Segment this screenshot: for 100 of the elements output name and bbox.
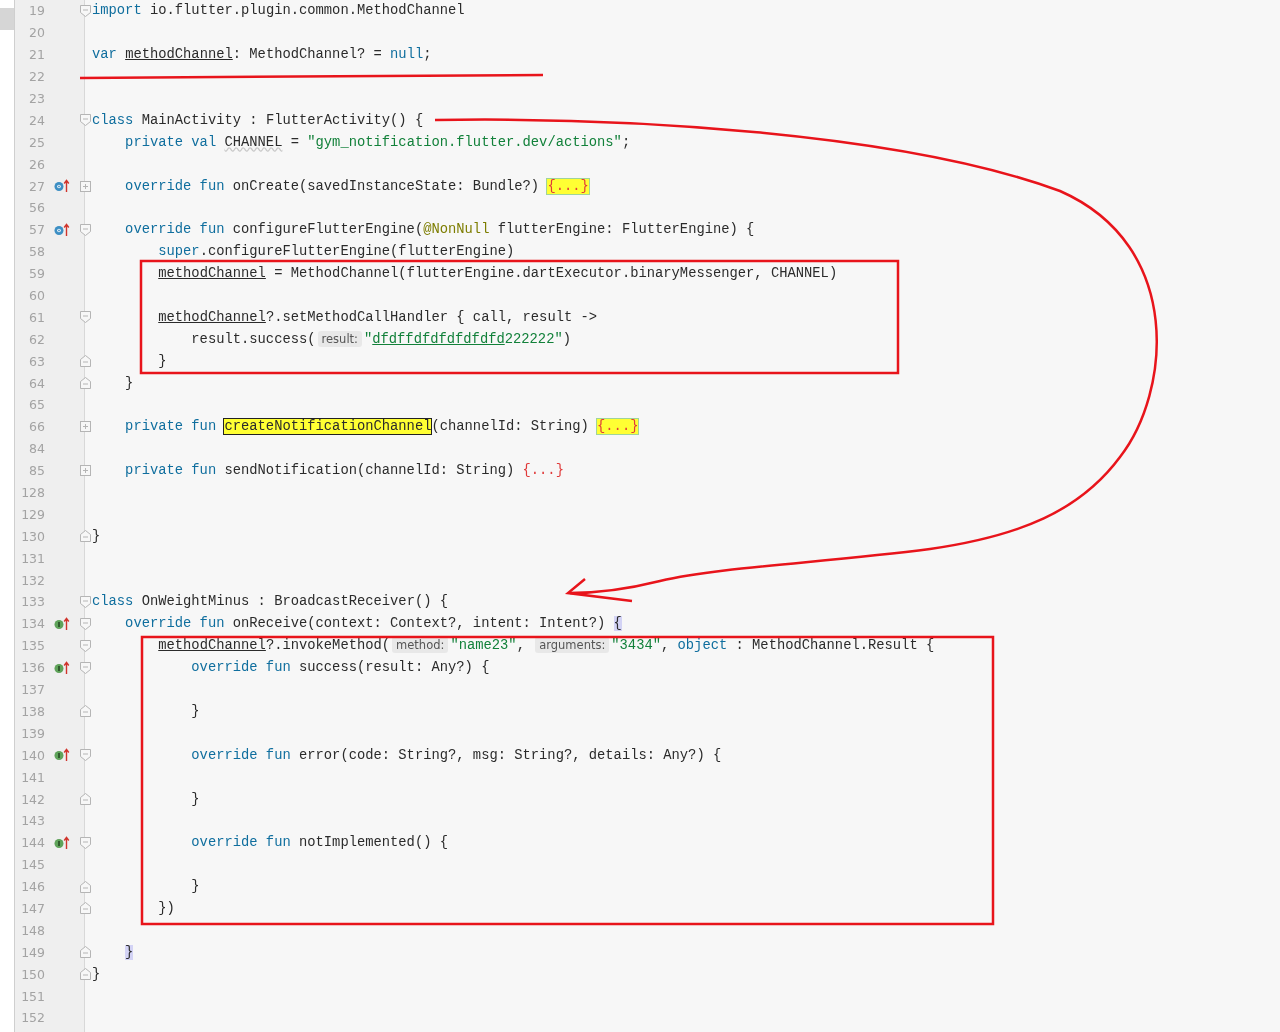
- code-line: super.configureFlutterEngine(flutterEngine): [158, 244, 515, 260]
- circle-up-arrow-icon[interactable]: [54, 660, 70, 675]
- minus-icon[interactable]: [79, 968, 91, 981]
- plus-icon[interactable]: [79, 465, 91, 477]
- minus-icon[interactable]: [79, 946, 91, 959]
- line-number: 129: [21, 506, 45, 522]
- line-number: 144: [21, 835, 45, 851]
- line-number: 138: [21, 703, 45, 719]
- code-line: }: [125, 375, 134, 391]
- minus-icon[interactable]: [79, 596, 91, 608]
- code-line: var methodChannel: MethodChannel? = null;: [92, 47, 432, 63]
- line-number: 128: [21, 485, 45, 501]
- minus-icon[interactable]: [79, 793, 91, 805]
- line-number: 66: [29, 419, 45, 435]
- line-number: 85: [29, 463, 45, 479]
- code-line: }: [191, 879, 200, 895]
- circle-up-arrow-icon[interactable]: [54, 222, 70, 237]
- line-number: 147: [21, 900, 45, 916]
- circle-up-arrow-icon[interactable]: [54, 835, 70, 850]
- minus-icon[interactable]: [79, 4, 91, 17]
- line-number: 57: [29, 222, 45, 238]
- line-number: 135: [21, 638, 45, 654]
- line-number: 62: [29, 331, 45, 347]
- code-line: methodChannel?.setMethodCallHandler { call, result ->: [158, 309, 598, 325]
- code-line: override fun configureFlutterEngine(@NonNull flutterEngine: FlutterEngine) {: [125, 222, 755, 238]
- minus-icon[interactable]: [79, 836, 91, 849]
- line-number: 136: [21, 660, 45, 676]
- minus-icon[interactable]: [79, 902, 91, 915]
- line-number: 143: [21, 813, 45, 829]
- minus-icon[interactable]: [79, 530, 91, 543]
- code-line: override fun onCreate(savedInstanceState: Bundle?) {...}: [125, 178, 589, 194]
- code-line: result.success( result: "dfdffdfdfdfdfdfd222222"): [191, 331, 571, 347]
- minus-icon[interactable]: [79, 749, 91, 762]
- line-number: 139: [21, 725, 45, 741]
- line-number: 19: [29, 3, 45, 19]
- line-number: 61: [29, 309, 45, 325]
- line-number: 130: [21, 528, 45, 544]
- line-number: 20: [29, 25, 45, 41]
- line-number: 134: [21, 616, 45, 632]
- line-number: 65: [29, 397, 45, 413]
- circle-up-arrow-icon[interactable]: [54, 179, 70, 194]
- line-number: 146: [21, 879, 45, 895]
- line-number: 60: [29, 288, 45, 303]
- code-line: }: [92, 966, 101, 982]
- code-line: override fun success(result: Any?) {: [191, 660, 490, 676]
- line-number: 133: [21, 594, 45, 610]
- line-number: 59: [29, 266, 45, 282]
- code-line: methodChannel?.invokeMethod( method: "name23", arguments: "3434", object : MethodChannel.Result {: [158, 638, 935, 654]
- line-number: 149: [21, 944, 45, 960]
- line-number: 132: [21, 572, 45, 588]
- circle-up-arrow-icon[interactable]: [54, 748, 70, 763]
- code-line: class OnWeightMinus : BroadcastReceiver() {: [92, 594, 449, 610]
- line-number: 84: [29, 441, 45, 457]
- code-line: }: [158, 353, 167, 369]
- code-line: import io.flutter.plugin.common.MethodChannel: [92, 3, 465, 19]
- line-number: 22: [29, 69, 45, 85]
- line-number: 63: [29, 353, 45, 369]
- code-line: class MainActivity : FlutterActivity() {: [92, 112, 424, 128]
- code-line: private val CHANNEL = "gym_notification.flutter.dev/actions";: [125, 134, 631, 150]
- line-number: 141: [21, 769, 45, 785]
- minus-icon[interactable]: [79, 311, 91, 324]
- minus-icon[interactable]: [79, 223, 91, 236]
- line-number: 58: [29, 244, 45, 260]
- line-number: 131: [21, 550, 45, 566]
- code-line: }: [191, 791, 200, 807]
- code-line: override fun onReceive(context: Context?, intent: Intent?) {: [125, 616, 622, 632]
- code-line: override fun error(code: String?, msg: String?, details: Any?) {: [191, 747, 722, 763]
- minus-icon[interactable]: [79, 355, 91, 368]
- line-number: 151: [21, 988, 45, 1004]
- plus-icon[interactable]: [79, 421, 91, 433]
- line-number: 148: [21, 922, 45, 938]
- line-number: 23: [29, 91, 45, 106]
- code-line: }): [158, 900, 175, 916]
- line-number: 27: [29, 178, 45, 194]
- code-line: methodChannel = MethodChannel(flutterEngine.dartExecutor.binaryMessenger, CHANNEL): [158, 266, 838, 282]
- line-number: 140: [21, 747, 45, 763]
- minus-icon[interactable]: [79, 617, 91, 630]
- line-number: 25: [29, 134, 45, 150]
- line-number: 145: [21, 857, 45, 873]
- code-line: }: [92, 528, 101, 544]
- code-line: }: [191, 703, 200, 719]
- line-number: 64: [29, 375, 45, 391]
- minus-icon[interactable]: [79, 639, 91, 652]
- code-line: override fun notImplemented() {: [191, 835, 448, 851]
- minus-icon[interactable]: [79, 377, 91, 390]
- code-line: private fun sendNotification(channelId: String) {...}: [125, 463, 564, 479]
- line-number: 56: [29, 200, 45, 216]
- line-number: 152: [21, 1010, 45, 1026]
- minus-icon[interactable]: [79, 880, 91, 893]
- minus-icon[interactable]: [79, 705, 91, 718]
- line-number: 26: [29, 156, 45, 172]
- line-number: 24: [29, 112, 45, 128]
- line-number: 137: [21, 682, 45, 698]
- minus-icon[interactable]: [79, 661, 91, 674]
- line-number: 142: [21, 791, 45, 807]
- circle-up-arrow-icon[interactable]: [54, 616, 70, 631]
- line-number: 150: [21, 966, 45, 982]
- plus-icon[interactable]: [79, 180, 91, 192]
- minus-icon[interactable]: [79, 114, 91, 127]
- line-number: 21: [29, 47, 45, 63]
